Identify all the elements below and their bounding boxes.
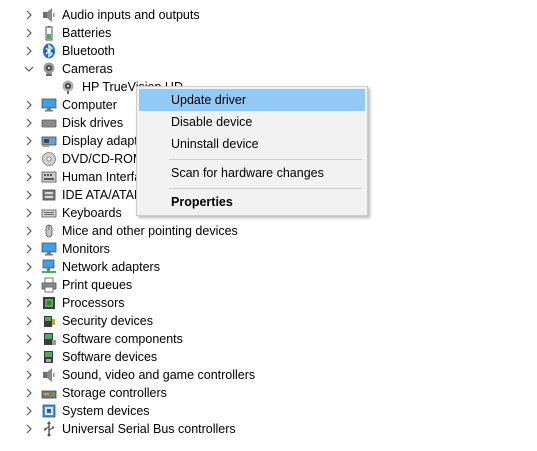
chevron-right-icon[interactable] xyxy=(24,370,34,380)
tree-item-label: Processors xyxy=(62,296,125,310)
chevron-right-icon[interactable] xyxy=(24,406,34,416)
tree-item-label: Monitors xyxy=(62,242,110,256)
disk-drive-icon xyxy=(41,115,57,131)
menu-item-label: Uninstall device xyxy=(171,137,259,151)
chevron-right-icon[interactable] xyxy=(24,190,34,200)
tree-item-label: Software devices xyxy=(62,350,158,364)
tree-item-label: Print queues xyxy=(62,278,133,292)
tree-item-label: Display adapte xyxy=(62,134,145,148)
bluetooth-icon xyxy=(41,43,57,59)
software-component-icon xyxy=(41,331,57,347)
chevron-right-icon[interactable] xyxy=(24,118,34,128)
tree-item-network-adapters[interactable]: Network adapters xyxy=(0,258,300,276)
chevron-right-icon[interactable] xyxy=(24,136,34,146)
tree-item-label: Software components xyxy=(62,332,183,346)
tree-item-label: Audio inputs and outputs xyxy=(62,8,200,22)
context-menu: Update driver Disable device Uninstall d… xyxy=(136,86,368,216)
menu-item-scan-hardware[interactable]: Scan for hardware changes xyxy=(139,162,365,184)
ide-controller-icon xyxy=(41,187,57,203)
tree-item-system-devices[interactable]: System devices xyxy=(0,402,300,420)
chevron-right-icon[interactable] xyxy=(24,46,34,56)
tree-item-audio-inputs-and-outputs[interactable]: Audio inputs and outputs xyxy=(0,6,300,24)
chevron-right-icon[interactable] xyxy=(24,334,34,344)
menu-item-update-driver[interactable]: Update driver xyxy=(139,89,365,111)
chevron-right-icon[interactable] xyxy=(24,154,34,164)
chevron-right-icon[interactable] xyxy=(24,280,34,290)
tree-item-label: Computer xyxy=(62,98,117,112)
tree-item-universal-serial-bus-controllers[interactable]: Universal Serial Bus controllers xyxy=(0,420,300,438)
tree-item-software-devices[interactable]: Software devices xyxy=(0,348,300,366)
tree-item-batteries[interactable]: Batteries xyxy=(0,24,300,42)
storage-controller-icon xyxy=(41,385,57,401)
menu-item-label: Scan for hardware changes xyxy=(171,166,324,180)
tree-item-label: Storage controllers xyxy=(62,386,167,400)
system-device-icon xyxy=(41,403,57,419)
mouse-icon xyxy=(41,223,57,239)
tree-item-label: IDE ATA/ATAP xyxy=(62,188,143,202)
chevron-right-icon[interactable] xyxy=(24,244,34,254)
processor-icon xyxy=(41,295,57,311)
tree-item-bluetooth[interactable]: Bluetooth xyxy=(0,42,300,60)
tree-item-monitors[interactable]: Monitors xyxy=(0,240,300,258)
tree-item-software-components[interactable]: Software components xyxy=(0,330,300,348)
tree-item-sound-video-and-game-controllers[interactable]: Sound, video and game controllers xyxy=(0,366,300,384)
security-device-icon xyxy=(41,313,57,329)
chevron-right-icon[interactable] xyxy=(24,172,34,182)
tree-item-cameras[interactable]: Cameras xyxy=(0,60,300,78)
tree-item-mice-and-other-pointing-devices[interactable]: Mice and other pointing devices xyxy=(0,222,300,240)
computer-icon xyxy=(41,97,57,113)
menu-item-uninstall-device[interactable]: Uninstall device xyxy=(139,133,365,155)
menu-item-disable-device[interactable]: Disable device xyxy=(139,111,365,133)
chevron-right-icon[interactable] xyxy=(24,226,34,236)
tree-item-label: Keyboards xyxy=(62,206,122,220)
menu-item-properties[interactable]: Properties xyxy=(139,191,365,213)
tree-item-label: Network adapters xyxy=(62,260,160,274)
chevron-right-icon[interactable] xyxy=(24,262,34,272)
chevron-right-icon[interactable] xyxy=(24,352,34,362)
tree-item-label: Sound, video and game controllers xyxy=(62,368,256,382)
network-icon xyxy=(41,259,57,275)
usb-icon xyxy=(41,421,57,437)
tree-item-print-queues[interactable]: Print queues xyxy=(0,276,300,294)
camera-icon xyxy=(41,61,57,77)
menu-item-label: Properties xyxy=(171,195,233,209)
tree-item-processors[interactable]: Processors xyxy=(0,294,300,312)
tree-item-label: Mice and other pointing devices xyxy=(62,224,238,238)
tree-item-label: Bluetooth xyxy=(62,44,115,58)
tree-item-label: Universal Serial Bus controllers xyxy=(62,422,236,436)
tree-item-label: Security devices xyxy=(62,314,154,328)
menu-separator xyxy=(169,188,362,189)
chevron-right-icon[interactable] xyxy=(24,100,34,110)
tree-item-label: Human Interfa xyxy=(62,170,142,184)
webcam-icon xyxy=(60,79,76,95)
speaker-icon xyxy=(41,7,57,23)
chevron-right-icon[interactable] xyxy=(24,28,34,38)
battery-icon xyxy=(41,25,57,41)
tree-item-label: System devices xyxy=(62,404,150,418)
monitor-icon xyxy=(41,241,57,257)
tree-item-storage-controllers[interactable]: Storage controllers xyxy=(0,384,300,402)
chevron-right-icon[interactable] xyxy=(24,208,34,218)
display-adapter-icon xyxy=(41,133,57,149)
printer-icon xyxy=(41,277,57,293)
chevron-right-icon[interactable] xyxy=(24,316,34,326)
keyboard-icon xyxy=(41,205,57,221)
menu-item-label: Disable device xyxy=(171,115,253,129)
chevron-right-icon[interactable] xyxy=(24,424,34,434)
chevron-right-icon[interactable] xyxy=(24,10,34,20)
dvd-icon xyxy=(41,151,57,167)
menu-item-label: Update driver xyxy=(171,93,247,107)
chevron-right-icon[interactable] xyxy=(24,298,34,308)
software-device-icon xyxy=(41,349,57,365)
chevron-down-icon[interactable] xyxy=(24,64,34,74)
tree-item-label: Cameras xyxy=(62,62,113,76)
tree-item-label: Disk drives xyxy=(62,116,124,130)
speaker-icon xyxy=(41,367,57,383)
tree-item-label: Batteries xyxy=(62,26,112,40)
tree-item-security-devices[interactable]: Security devices xyxy=(0,312,300,330)
menu-separator xyxy=(169,159,362,160)
keyboard-hid-icon xyxy=(41,169,57,185)
tree-item-label: DVD/CD-ROM xyxy=(62,152,144,166)
chevron-right-icon[interactable] xyxy=(24,388,34,398)
